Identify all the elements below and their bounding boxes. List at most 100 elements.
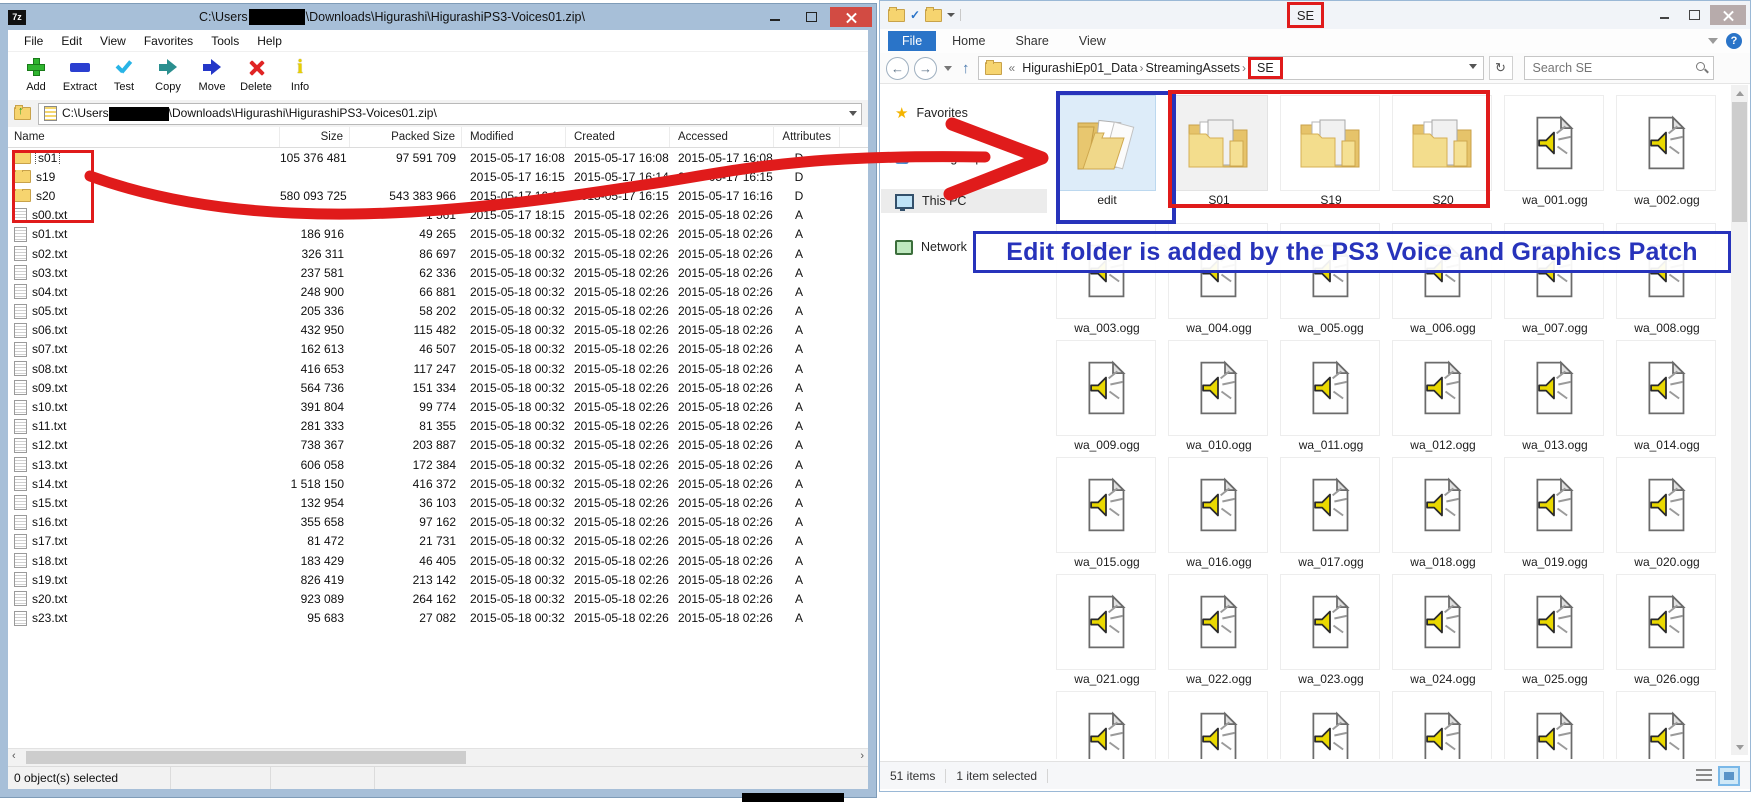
toolbar-extract-button[interactable]: Extract <box>60 52 100 93</box>
file-tile-wa_017.ogg[interactable]: wa_017.ogg <box>1280 457 1382 569</box>
table-row[interactable]: s23.txt95 68327 0822015-05-18 00:322015-… <box>8 609 868 628</box>
up-one-level-button[interactable]: ↑ <box>962 60 970 77</box>
menu-item-view[interactable]: View <box>92 32 134 50</box>
file-tile-wa_026.ogg[interactable]: wa_026.ogg <box>1616 574 1718 686</box>
close-button[interactable] <box>1710 5 1746 25</box>
up-folder-icon[interactable]: ↑ <box>14 107 32 121</box>
large-icons-view-icon[interactable] <box>1718 766 1740 786</box>
sidebar-item-homegroup[interactable]: Homegroup <box>881 146 1047 170</box>
file-tile-wa_024.ogg[interactable]: wa_024.ogg <box>1392 574 1494 686</box>
folder-tile-edit[interactable]: edit <box>1056 95 1158 207</box>
file-tile-wa_015.ogg[interactable]: wa_015.ogg <box>1056 457 1158 569</box>
file-tile-wa_014.ogg[interactable]: wa_014.ogg <box>1616 340 1718 452</box>
file-tile-wa_012.ogg[interactable]: wa_012.ogg <box>1392 340 1494 452</box>
minimize-button[interactable] <box>758 7 792 27</box>
file-tile-wa_021.ogg[interactable]: wa_021.ogg <box>1056 574 1158 686</box>
sidebar-item-this-pc[interactable]: This PC <box>881 189 1047 213</box>
file-tile-wa_006.ogg[interactable]: wa_006.ogg <box>1392 223 1494 335</box>
address-bar[interactable]: « HigurashiEp01_Data›StreamingAssets›SE <box>978 56 1484 80</box>
scroll-right-arrow-icon[interactable]: › <box>860 750 864 762</box>
breadcrumb-item-higurashiep01_data[interactable]: HigurashiEp01_Data <box>1022 61 1137 75</box>
file-tile-partial-34[interactable] <box>1504 691 1606 759</box>
scroll-down-arrow-icon[interactable] <box>1731 739 1748 755</box>
tab-home[interactable]: Home <box>938 31 999 51</box>
file-tile-partial-30[interactable] <box>1056 691 1158 759</box>
file-tile-wa_004.ogg[interactable]: wa_004.ogg <box>1168 223 1270 335</box>
table-row[interactable]: s20580 093 725543 383 9662015-05-17 16:1… <box>8 186 868 205</box>
table-row[interactable]: s20.txt923 089264 1622015-05-18 00:32201… <box>8 589 868 608</box>
toolbar-test-button[interactable]: Test <box>104 52 144 93</box>
file-tile-wa_025.ogg[interactable]: wa_025.ogg <box>1504 574 1606 686</box>
scroll-left-arrow-icon[interactable]: ‹ <box>12 750 16 762</box>
table-row[interactable]: s07.txt162 61346 5072015-05-18 00:322015… <box>8 340 868 359</box>
column-header-accessed[interactable]: Accessed <box>670 127 774 147</box>
table-row[interactable]: s192015-05-17 16:152015-05-17 16:142015-… <box>8 167 868 186</box>
table-row[interactable]: s01105 376 48197 591 7092015-05-17 16:08… <box>8 148 868 167</box>
toolbar-add-button[interactable]: Add <box>16 52 56 93</box>
menu-item-file[interactable]: File <box>16 32 51 50</box>
table-row[interactable]: s09.txt564 736151 3342015-05-18 00:32201… <box>8 378 868 397</box>
toolbar-info-button[interactable]: iInfo <box>280 52 320 93</box>
help-icon[interactable]: ? <box>1726 33 1742 49</box>
explorer-titlebar[interactable]: ✓ SE <box>880 1 1750 29</box>
table-row[interactable]: s05.txt205 33658 2022015-05-18 00:322015… <box>8 302 868 321</box>
search-input[interactable] <box>1531 60 1696 76</box>
7zip-titlebar[interactable]: 7z C:\Users\Downloads\Higurashi\Higurash… <box>0 4 876 30</box>
horizontal-scrollbar[interactable]: ‹ › <box>8 748 868 766</box>
table-row[interactable]: s16.txt355 65897 1622015-05-18 00:322015… <box>8 513 868 532</box>
table-row[interactable]: s06.txt432 950115 4822015-05-18 00:32201… <box>8 321 868 340</box>
folder-tile-S01[interactable]: S01 <box>1168 95 1270 207</box>
forward-button[interactable]: → <box>914 57 937 80</box>
scrollbar-thumb[interactable] <box>1732 102 1747 222</box>
scrollbar-thumb[interactable] <box>26 751 466 764</box>
tab-file[interactable]: File <box>888 31 936 51</box>
properties-check-icon[interactable]: ✓ <box>910 8 920 22</box>
file-tile-wa_020.ogg[interactable]: wa_020.ogg <box>1616 457 1718 569</box>
back-button[interactable]: ← <box>886 57 909 80</box>
dropdown-arrow-icon[interactable] <box>1469 64 1477 69</box>
breadcrumb-item-streamingassets[interactable]: StreamingAssets <box>1146 61 1240 75</box>
table-row[interactable]: s13.txt606 058172 3842015-05-18 00:32201… <box>8 455 868 474</box>
7zip-address-bar[interactable]: C:\Users\Downloads\Higurashi\HigurashiPS… <box>38 103 862 125</box>
column-header-modified[interactable]: Modified <box>462 127 566 147</box>
file-tile-wa_011.ogg[interactable]: wa_011.ogg <box>1280 340 1382 452</box>
table-row[interactable]: s11.txt281 33381 3552015-05-18 00:322015… <box>8 417 868 436</box>
dropdown-arrow-icon[interactable] <box>947 13 955 17</box>
tab-view[interactable]: View <box>1065 31 1120 51</box>
folder-tile-S19[interactable]: S19 <box>1280 95 1382 207</box>
column-header-packed-size[interactable]: Packed Size <box>350 127 462 147</box>
maximize-button[interactable] <box>1680 5 1708 25</box>
file-tile-wa_010.ogg[interactable]: wa_010.ogg <box>1168 340 1270 452</box>
file-tile-partial-31[interactable] <box>1168 691 1270 759</box>
table-row[interactable]: s19.txt826 419213 1422015-05-18 00:32201… <box>8 570 868 589</box>
folder-tile-S20[interactable]: S20 <box>1392 95 1494 207</box>
toolbar-move-button[interactable]: Move <box>192 52 232 93</box>
close-button[interactable] <box>830 7 872 27</box>
file-tile-partial-33[interactable] <box>1392 691 1494 759</box>
file-tile-wa_016.ogg[interactable]: wa_016.ogg <box>1168 457 1270 569</box>
column-header-name[interactable]: Name <box>8 127 280 147</box>
file-tile-wa_013.ogg[interactable]: wa_013.ogg <box>1504 340 1606 452</box>
breadcrumb-item-se-red-annotated[interactable]: SE <box>1248 57 1283 79</box>
file-tile-wa_022.ogg[interactable]: wa_022.ogg <box>1168 574 1270 686</box>
search-box[interactable] <box>1524 56 1714 80</box>
file-tile-wa_001.ogg[interactable]: wa_001.ogg <box>1504 95 1606 207</box>
details-view-icon[interactable] <box>1696 769 1712 783</box>
file-tile-wa_018.ogg[interactable]: wa_018.ogg <box>1392 457 1494 569</box>
file-tile-wa_008.ogg[interactable]: wa_008.ogg <box>1616 223 1718 335</box>
file-tile-wa_003.ogg[interactable]: wa_003.ogg <box>1056 223 1158 335</box>
menu-item-edit[interactable]: Edit <box>53 32 90 50</box>
search-icon[interactable] <box>1696 62 1708 74</box>
vertical-scrollbar[interactable] <box>1731 85 1748 755</box>
toolbar-delete-button[interactable]: Delete <box>236 52 276 93</box>
menu-item-favorites[interactable]: Favorites <box>136 32 201 50</box>
table-row[interactable]: s00.txt29 6881 5612015-05-17 18:152015-0… <box>8 206 868 225</box>
file-tile-wa_009.ogg[interactable]: wa_009.ogg <box>1056 340 1158 452</box>
recent-locations-dropdown-icon[interactable] <box>944 66 952 71</box>
breadcrumb-back-chevron[interactable]: « <box>1009 61 1016 75</box>
column-header-created[interactable]: Created <box>566 127 670 147</box>
file-tile-wa_005.ogg[interactable]: wa_005.ogg <box>1280 223 1382 335</box>
table-row[interactable]: s02.txt326 31186 6972015-05-18 00:322015… <box>8 244 868 263</box>
table-row[interactable]: s14.txt1 518 150416 3722015-05-18 00:322… <box>8 474 868 493</box>
table-row[interactable]: s12.txt738 367203 8872015-05-18 00:32201… <box>8 436 868 455</box>
